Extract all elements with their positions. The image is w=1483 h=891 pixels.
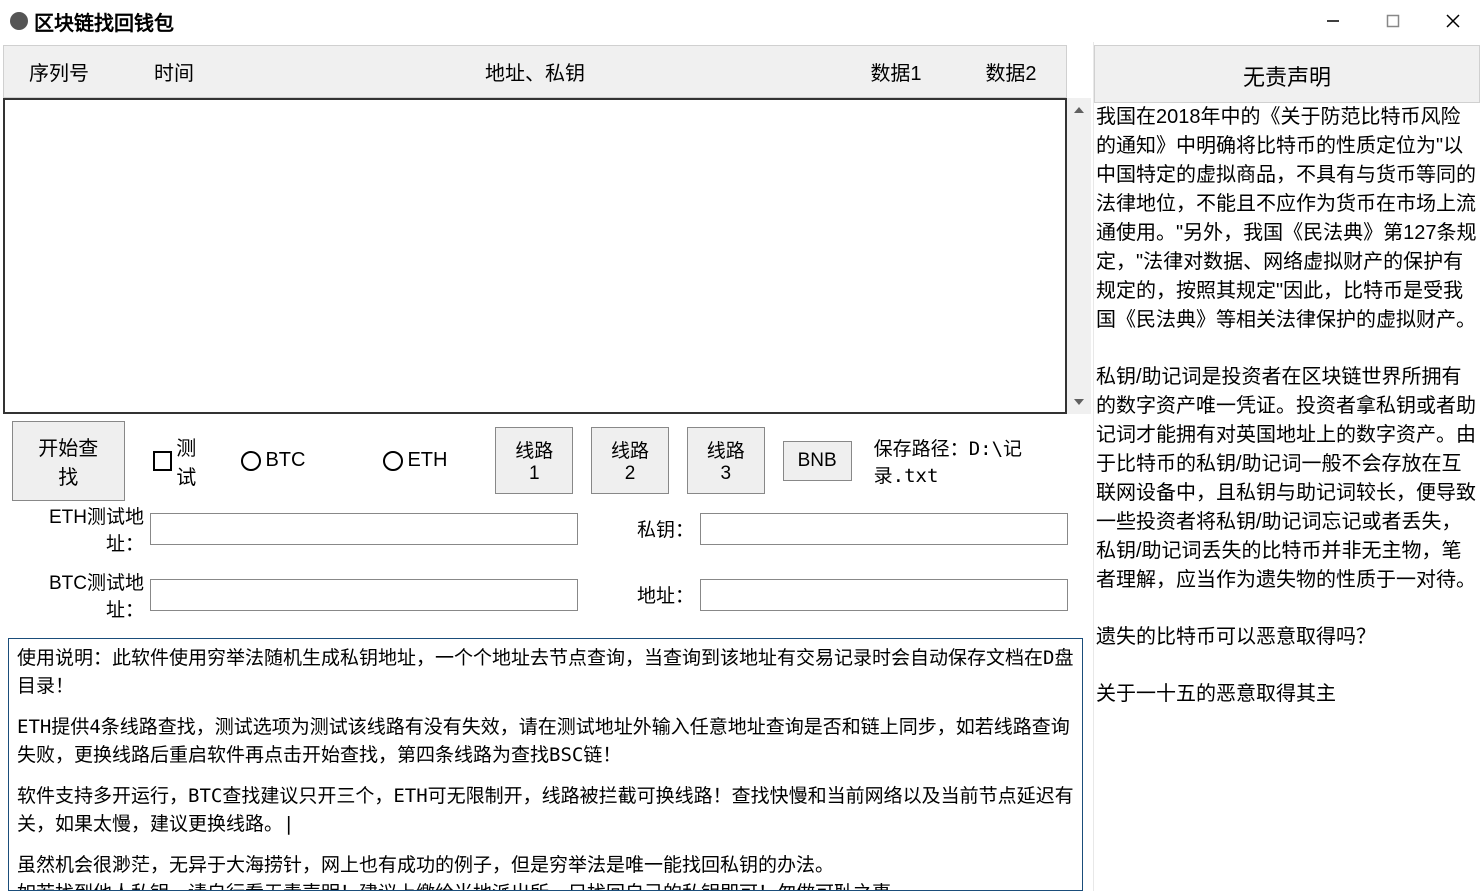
- titlebar-left: 区块链找回钱包: [10, 7, 174, 36]
- disclaimer-p4: 关于一十五的恶意取得其主: [1096, 680, 1477, 709]
- disclaimer-p1: 我国在2018年中的《关于防范比特币风险的通知》中明确将比特币的性质定位为"以中…: [1096, 103, 1477, 335]
- main-area: 序列号 时间 地址、私钥 数据1 数据2 开始查找 测试: [0, 42, 1483, 891]
- disclaimer-title: 无责声明: [1094, 45, 1480, 103]
- eth-radio-label: ETH: [407, 449, 447, 472]
- address-label: 地址：: [634, 581, 694, 608]
- usage-p2: ETH提供4条线路查找，测试选项为测试该线路有没有失效，请在测试地址外输入任意地…: [17, 714, 1074, 769]
- route1-button[interactable]: 线路1: [495, 427, 573, 494]
- controls-row: 开始查找 测试 BTC ETH 线路1 线路2 线路3 BNB 保存路径：D:\…: [12, 436, 1083, 486]
- usage-p4: 虽然机会很渺茫，无异于大海捞针，网上也有成功的例子，但是穷举法是唯一能找回私钥的…: [17, 852, 1074, 891]
- window-title: 区块链找回钱包: [34, 7, 174, 36]
- start-search-button[interactable]: 开始查找: [12, 421, 125, 501]
- scroll-up-icon[interactable]: [1067, 98, 1091, 122]
- scroll-down-icon[interactable]: [1067, 390, 1091, 414]
- titlebar: 区块链找回钱包: [0, 0, 1483, 42]
- btc-test-label: BTC测试地址：: [14, 568, 144, 622]
- test-checkbox-label: 测试: [176, 432, 215, 490]
- address-input[interactable]: [700, 579, 1068, 611]
- app-icon: [10, 12, 28, 30]
- close-button[interactable]: [1423, 0, 1483, 42]
- eth-test-label: ETH测试地址：: [14, 502, 144, 556]
- table-scrollbar[interactable]: [1067, 98, 1091, 414]
- minimize-button[interactable]: [1303, 0, 1363, 42]
- col-address[interactable]: 地址、私钥: [234, 57, 836, 86]
- table-body[interactable]: [3, 98, 1067, 414]
- eth-radio[interactable]: ETH: [383, 449, 447, 472]
- btc-test-input[interactable]: [150, 579, 578, 611]
- btc-radio-label: BTC: [265, 449, 305, 472]
- disclaimer-panel: 无责声明 我国在2018年中的《关于防范比特币风险的通知》中明确将比特币的性质定…: [1093, 42, 1483, 891]
- eth-test-input[interactable]: [150, 513, 578, 545]
- route2-button[interactable]: 线路2: [591, 427, 669, 494]
- route3-button[interactable]: 线路3: [687, 427, 765, 494]
- disclaimer-p2: 私钥/助记词是投资者在区块链世界所拥有的数字资产唯一凭证。投资者拿私钥或者助记词…: [1096, 363, 1477, 595]
- maximize-button[interactable]: [1363, 0, 1423, 42]
- left-panel: 序列号 时间 地址、私钥 数据1 数据2 开始查找 测试: [0, 42, 1093, 891]
- usage-p3: 软件支持多开运行，BTC查找建议只开三个，ETH可无限制开，线路被拦截可换线路！…: [17, 783, 1074, 838]
- usage-textbox[interactable]: 使用说明：此软件使用穷举法随机生成私钥地址，一个个地址去节点查询，当查询到该地址…: [8, 638, 1083, 891]
- table-body-wrap: [3, 98, 1091, 414]
- save-path-label: 保存路径：: [874, 438, 969, 460]
- col-data1[interactable]: 数据1: [836, 57, 956, 86]
- btc-radio[interactable]: BTC: [241, 449, 305, 472]
- col-serial[interactable]: 序列号: [4, 57, 114, 86]
- radio-icon: [241, 451, 261, 471]
- col-data2[interactable]: 数据2: [956, 57, 1066, 86]
- bnb-button[interactable]: BNB: [783, 441, 852, 481]
- privkey-label: 私钥：: [634, 515, 694, 542]
- privkey-input[interactable]: [700, 513, 1068, 545]
- usage-p1: 使用说明：此软件使用穷举法随机生成私钥地址，一个个地址去节点查询，当查询到该地址…: [17, 645, 1074, 700]
- checkbox-icon: [153, 451, 173, 471]
- save-path: 保存路径：D:\记录.txt: [874, 434, 1083, 488]
- radio-icon: [383, 451, 403, 471]
- test-checkbox[interactable]: 测试: [153, 432, 216, 490]
- btc-test-row: BTC测试地址： 地址：: [14, 568, 1083, 622]
- address-rows: ETH测试地址： 私钥： BTC测试地址： 地址：: [14, 502, 1083, 634]
- table-header: 序列号 时间 地址、私钥 数据1 数据2: [3, 45, 1067, 98]
- col-time[interactable]: 时间: [114, 57, 234, 86]
- eth-test-row: ETH测试地址： 私钥：: [14, 502, 1083, 556]
- window-controls: [1303, 0, 1483, 42]
- disclaimer-body[interactable]: 我国在2018年中的《关于防范比特币风险的通知》中明确将比特币的性质定位为"以中…: [1094, 103, 1483, 891]
- disclaimer-p3: 遗失的比特币可以恶意取得吗？: [1096, 623, 1477, 652]
